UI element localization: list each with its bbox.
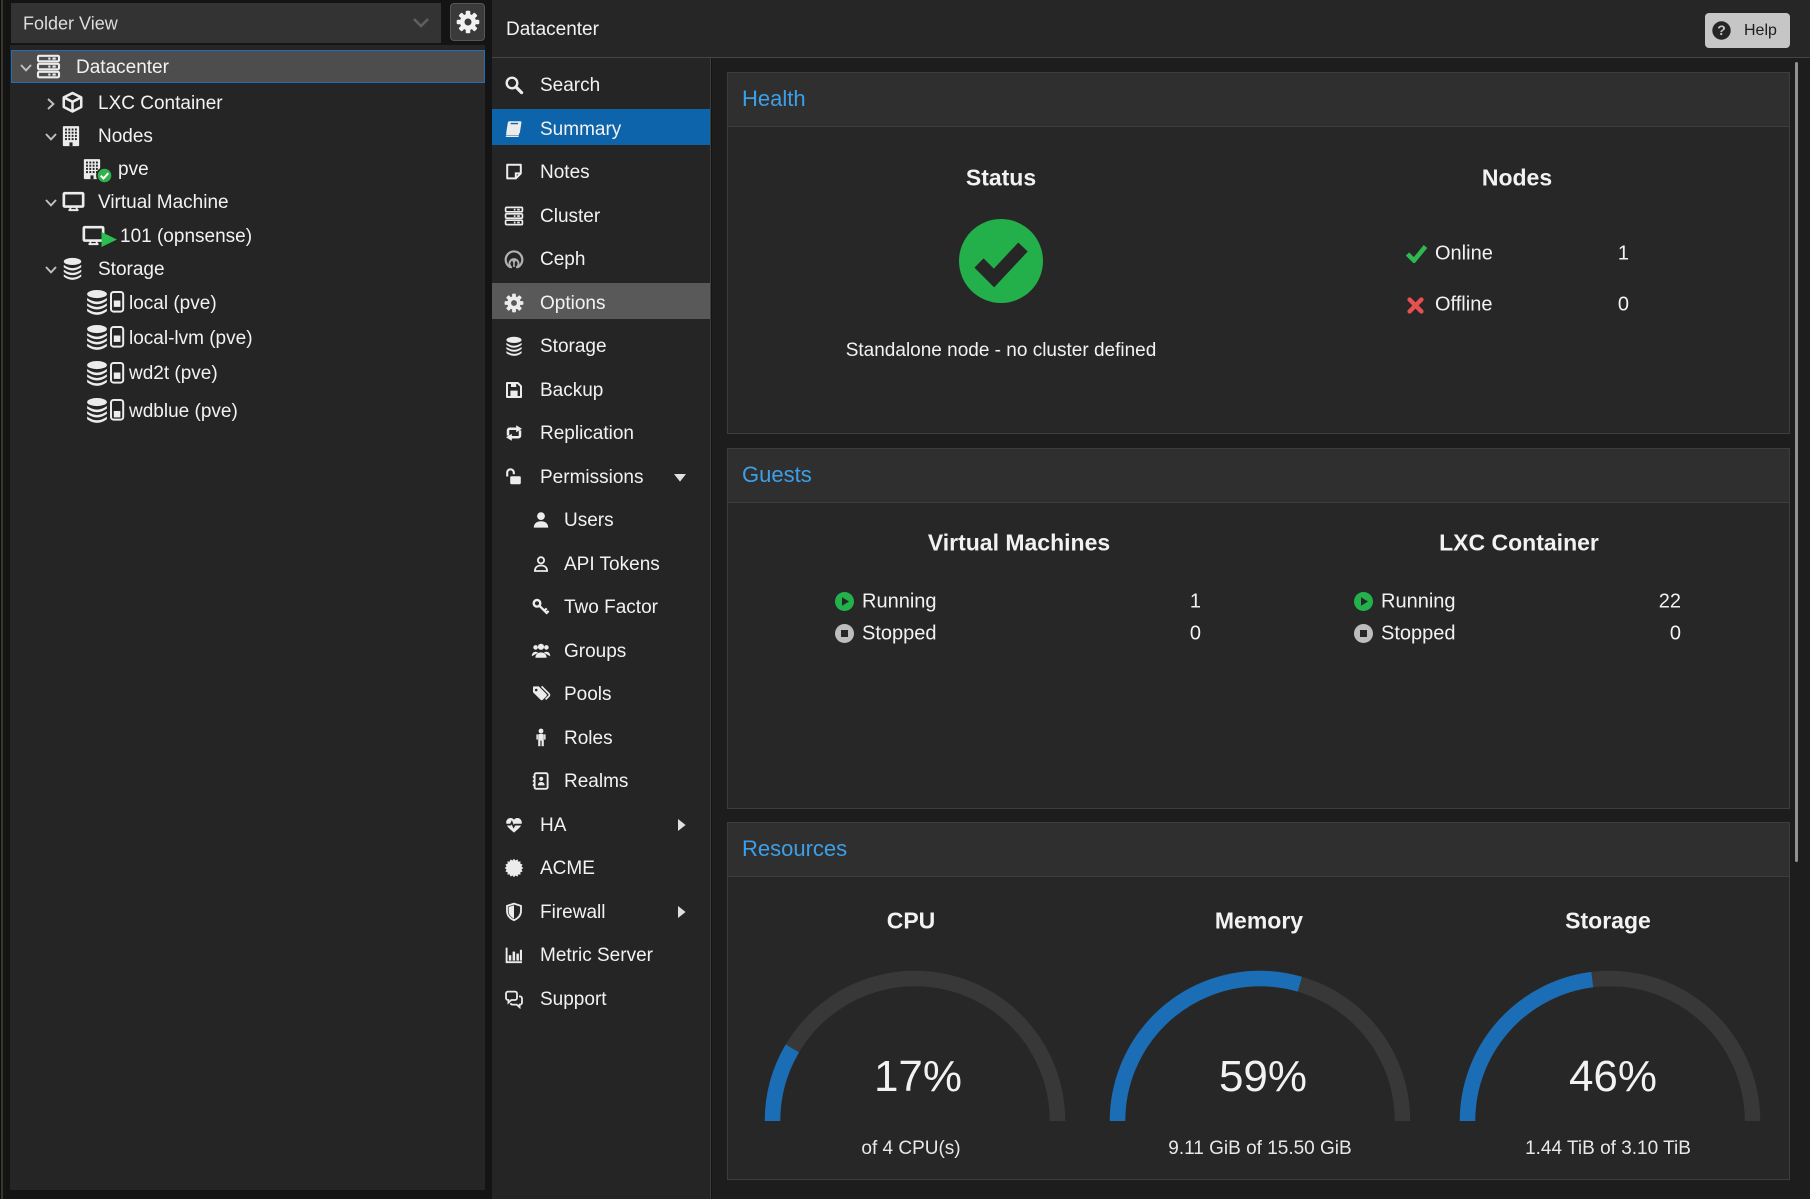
svg-text:?: ?	[1717, 22, 1726, 38]
